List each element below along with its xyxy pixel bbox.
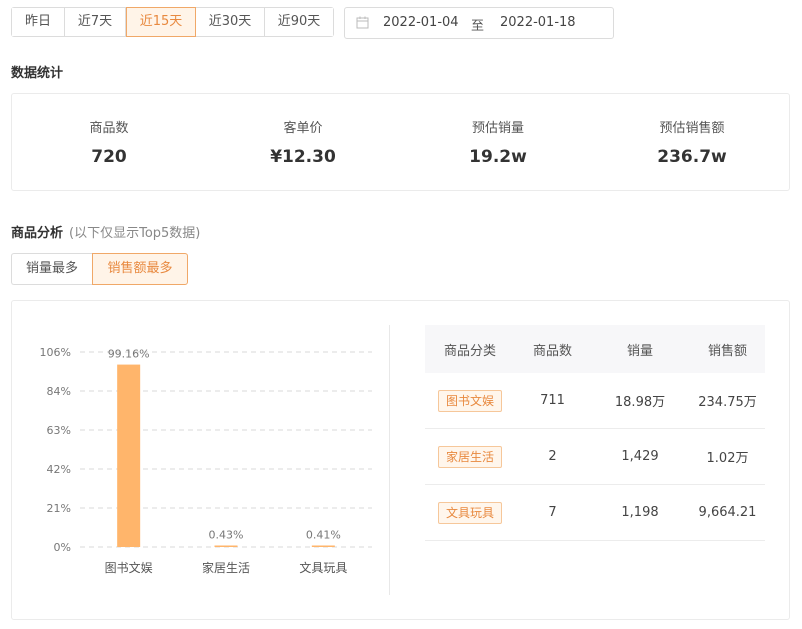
x-tick-label: 家居生活 — [202, 560, 250, 575]
cell-count: 711 — [540, 393, 565, 408]
data-label: 0.43% — [209, 529, 244, 542]
cell-count: 7 — [548, 505, 557, 520]
data-label: 0.41% — [306, 529, 341, 542]
table-header: 商品分类 商品数 销量 销售额 — [425, 325, 765, 373]
analysis-subtitle: (以下仅显示Top5数据) — [69, 226, 201, 241]
calendar-icon — [356, 16, 369, 33]
col-count: 商品数 — [532, 343, 572, 359]
end-date[interactable]: 2022-01-18 — [500, 15, 576, 30]
y-tick-label: 63% — [47, 424, 71, 437]
stat-label: 商品数 — [89, 121, 129, 136]
cell-revenue: 234.75万 — [698, 395, 757, 410]
y-tick-label: 106% — [40, 346, 71, 359]
stats-section-title: 数据统计 — [11, 66, 64, 81]
y-tick-label: 42% — [47, 463, 71, 476]
range-30d-button[interactable]: 近30天 — [196, 8, 265, 36]
x-tick-label: 图书文娱 — [105, 560, 153, 575]
stat-label: 预估销量 — [471, 121, 524, 136]
category-bar-chart: 0% 21% 42% 63% 84% 106% 99.16% 图书文娱 0.43% 家居生活 0.4… — [40, 346, 372, 575]
tab-most-revenue[interactable]: 销售额最多 — [92, 253, 188, 285]
date-separator: 至 — [471, 19, 485, 34]
cell-revenue: 9,664.21 — [698, 505, 757, 520]
y-tick-label: 21% — [47, 502, 71, 515]
stat-value: 236.7w — [657, 147, 727, 167]
y-tick-label: 0% — [54, 541, 71, 554]
analysis-tabs: 销量最多 销售额最多 — [11, 253, 188, 285]
stats-card: 商品数 720 客单价 ¥12.30 预估销量 19.2w 预估销售额 236.… — [11, 93, 790, 191]
analysis-title: 商品分析 — [11, 226, 64, 241]
category-tag: 家居生活 — [437, 445, 502, 468]
analysis-section-title: 商品分析 (以下仅显示Top5数据) — [11, 222, 200, 241]
x-tick-label: 文具玩具 — [299, 560, 347, 575]
date-range-presets: 昨日 近7天 近15天 近30天 近90天 — [11, 7, 334, 37]
category-table: 商品分类 商品数 销量 销售额 图书文娱 711 18.98万 234.75万 … — [425, 325, 765, 541]
range-15d-button[interactable]: 近15天 — [126, 7, 196, 37]
divider — [389, 325, 390, 595]
range-90d-button[interactable]: 近90天 — [265, 8, 333, 36]
bar — [117, 364, 141, 547]
table-row: 文具玩具 7 1,198 9,664.21 — [425, 485, 765, 541]
table-row: 家居生活 2 1,429 1.02万 — [425, 429, 765, 485]
range-7d-button[interactable]: 近7天 — [65, 8, 126, 36]
stat-label: 预估销售额 — [659, 121, 725, 136]
cell-revenue: 1.02万 — [706, 451, 749, 466]
col-sales: 销量 — [626, 343, 653, 359]
table-row: 图书文娱 711 18.98万 234.75万 — [425, 373, 765, 429]
cell-count: 2 — [548, 449, 557, 464]
bar — [214, 545, 238, 547]
range-yesterday-button[interactable]: 昨日 — [12, 8, 65, 36]
stat-value: ¥12.30 — [270, 147, 336, 167]
bar — [311, 545, 335, 547]
stat-value: 19.2w — [469, 147, 527, 167]
stat-value: 720 — [91, 147, 127, 167]
date-range-picker[interactable]: 2022-01-04 至 2022-01-18 — [344, 7, 614, 39]
y-tick-label: 84% — [47, 385, 71, 398]
col-category: 商品分类 — [443, 343, 496, 359]
cell-sales: 1,429 — [621, 449, 659, 464]
category-tag: 图书文娱 — [437, 389, 502, 412]
cell-sales: 1,198 — [621, 505, 659, 520]
cell-sales: 18.98万 — [614, 395, 666, 410]
tab-most-sales[interactable]: 销量最多 — [11, 253, 92, 285]
stat-label: 客单价 — [283, 121, 323, 136]
col-revenue: 销售额 — [707, 343, 747, 359]
start-date[interactable]: 2022-01-04 — [383, 15, 459, 30]
category-tag: 文具玩具 — [437, 501, 502, 524]
data-label: 99.16% — [108, 348, 150, 361]
